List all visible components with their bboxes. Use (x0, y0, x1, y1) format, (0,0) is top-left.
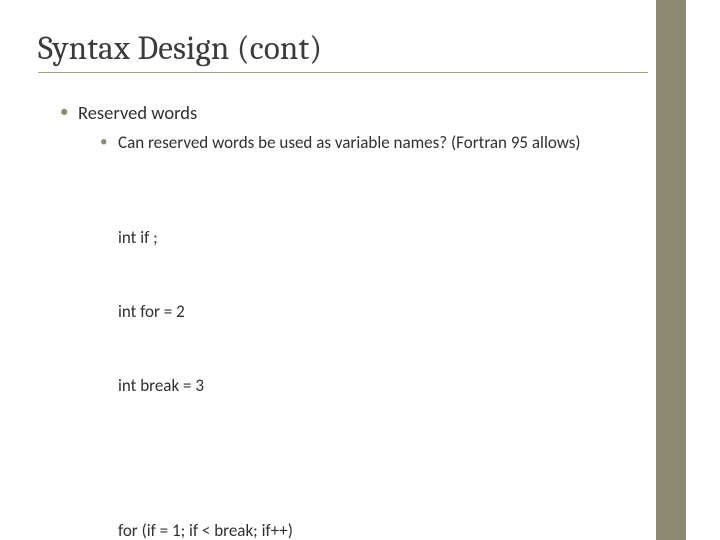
title-underline (38, 72, 648, 73)
code-line: int for = 2 (118, 300, 640, 325)
code-line: for (if = 1; if < break; if++) (118, 519, 640, 540)
slide-title: Syntax Design (cont) (38, 30, 640, 68)
code-line: int break = 3 (118, 374, 640, 399)
bullet-lvl2: Can reserved words be used as variable n… (100, 132, 640, 155)
bullet-lvl1-text: Reserved words (78, 101, 197, 124)
bullet-sublist: Can reserved words be used as variable n… (100, 132, 640, 155)
bullet-lvl1: Reserved words Can reserved words be use… (60, 101, 640, 540)
code-line: int if ; (118, 226, 640, 251)
code-declarations: int if ; int for = 2 int break = 3 (118, 177, 640, 448)
code-block: int if ; int for = 2 int break = 3 for (… (118, 177, 640, 540)
code-loop: for (if = 1; if < break; if++) if (if > … (118, 470, 640, 540)
slide: Syntax Design (cont) Reserved words Can … (0, 0, 720, 540)
bullet-list: Reserved words Can reserved words be use… (60, 101, 640, 540)
bullet-lvl2-text: Can reserved words be used as variable n… (118, 132, 581, 153)
